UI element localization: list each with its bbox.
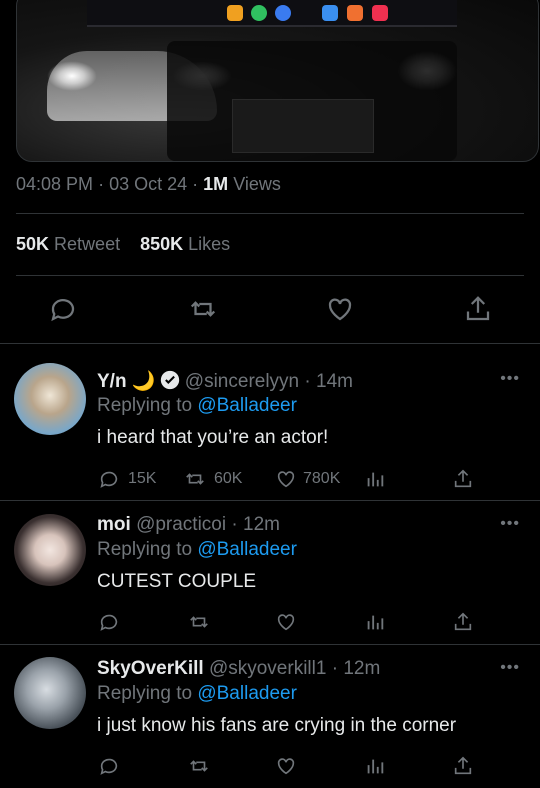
monitor-indicator bbox=[372, 5, 388, 21]
reply-time: 14m bbox=[316, 371, 353, 392]
reply-author-name[interactable]: moi bbox=[97, 514, 131, 535]
retweet-count: 60K bbox=[214, 470, 243, 487]
monitor-indicator bbox=[251, 5, 267, 21]
tweet-media-image[interactable] bbox=[16, 0, 539, 162]
reply-author-handle[interactable]: @practicoi bbox=[136, 514, 226, 535]
separator: · bbox=[304, 371, 311, 392]
retweets-count: 50K bbox=[16, 234, 50, 254]
moon-emoji: 🌙 bbox=[131, 371, 156, 392]
reply-time: 12m bbox=[243, 514, 280, 535]
replying-to-line: Replying to @Balladeer bbox=[97, 683, 297, 705]
avatar[interactable] bbox=[14, 363, 86, 435]
replying-to-line: Replying to @Balladeer bbox=[97, 395, 297, 417]
replying-to-handle[interactable]: @Balladeer bbox=[197, 539, 297, 560]
verified-badge-icon bbox=[160, 370, 179, 390]
share-icon[interactable] bbox=[452, 755, 474, 777]
replying-prefix: Replying to bbox=[97, 395, 193, 416]
views-count: 1M bbox=[203, 174, 229, 194]
retweet-icon[interactable] bbox=[184, 468, 206, 490]
retweets-label: Retweet bbox=[54, 234, 121, 254]
replying-prefix: Replying to bbox=[97, 683, 193, 704]
reply-author-handle[interactable]: @sincerelyyn bbox=[185, 371, 299, 392]
reply-icon[interactable] bbox=[48, 294, 78, 324]
avatar[interactable] bbox=[14, 657, 86, 729]
divider bbox=[16, 275, 524, 276]
reply-icon[interactable] bbox=[98, 755, 120, 777]
like-heart-icon[interactable] bbox=[275, 468, 297, 490]
separator: · bbox=[98, 174, 105, 194]
replying-prefix: Replying to bbox=[97, 539, 193, 560]
replying-to-handle[interactable]: @Balladeer bbox=[197, 683, 297, 704]
divider bbox=[0, 343, 540, 344]
avatar[interactable] bbox=[14, 514, 86, 586]
reply-text: i heard that you’re an actor! bbox=[97, 427, 329, 448]
reply-count: 15K bbox=[128, 470, 157, 487]
reply-author-handle[interactable]: @skyoverkill1 bbox=[209, 658, 326, 679]
retweets-stat[interactable]: 50K Retweet bbox=[16, 234, 120, 254]
camera-monitor-topbar bbox=[87, 0, 457, 27]
monitor-indicator bbox=[227, 5, 243, 21]
monitor-indicator bbox=[322, 5, 338, 21]
reply-time: 12m bbox=[343, 658, 381, 679]
tweet-time: 04:08 PM bbox=[16, 174, 94, 194]
likes-count: 850K bbox=[140, 234, 184, 254]
tweet-date: 03 Oct 24 bbox=[109, 174, 188, 194]
tweet-timestamp-views: 04:08 PM · 03 Oct 24 · 1M Views bbox=[16, 174, 281, 195]
divider bbox=[0, 644, 540, 645]
retweet-icon[interactable] bbox=[188, 611, 210, 633]
separator: · bbox=[331, 658, 339, 679]
reply-text: CUTEST COUPLE bbox=[97, 571, 257, 592]
share-icon[interactable] bbox=[452, 468, 474, 490]
views-label: Views bbox=[233, 174, 281, 194]
analytics-icon[interactable] bbox=[364, 755, 386, 777]
retweet-icon[interactable] bbox=[188, 755, 210, 777]
reply-header: moi @practicoi · 12m bbox=[97, 514, 280, 536]
separator: · bbox=[231, 514, 238, 535]
likes-label: Likes bbox=[188, 234, 231, 254]
reply-icon[interactable] bbox=[98, 468, 120, 490]
likes-stat[interactable]: 850K Likes bbox=[140, 234, 230, 254]
headlight bbox=[47, 61, 97, 91]
analytics-icon[interactable] bbox=[364, 611, 386, 633]
like-heart-icon[interactable] bbox=[275, 611, 297, 633]
replying-to-handle[interactable]: @Balladeer bbox=[197, 395, 297, 416]
separator: · bbox=[192, 174, 199, 194]
more-options-icon[interactable]: ••• bbox=[500, 370, 520, 388]
reply-author-name[interactable]: Y/n bbox=[97, 371, 127, 392]
reply-author-name[interactable]: SkyOverKill bbox=[97, 658, 204, 679]
analytics-icon[interactable] bbox=[364, 468, 386, 490]
monitor-indicator bbox=[347, 5, 363, 21]
divider bbox=[0, 500, 540, 501]
more-options-icon[interactable]: ••• bbox=[500, 659, 520, 677]
more-options-icon[interactable]: ••• bbox=[500, 515, 520, 533]
monitor-indicator bbox=[275, 5, 291, 21]
replying-to-line: Replying to @Balladeer bbox=[97, 539, 297, 561]
reply-icon[interactable] bbox=[98, 611, 120, 633]
share-icon[interactable] bbox=[463, 294, 493, 324]
retweet-icon[interactable] bbox=[188, 294, 218, 324]
like-heart-icon[interactable] bbox=[275, 755, 297, 777]
like-heart-icon[interactable] bbox=[325, 294, 355, 324]
reply-header: SkyOverKill @skyoverkill1 · 12m bbox=[97, 658, 380, 680]
tweet-stats: 50K Retweet 850K Likes bbox=[16, 234, 230, 255]
camera-screen bbox=[232, 99, 374, 153]
divider bbox=[16, 213, 524, 214]
like-count: 780K bbox=[303, 470, 341, 487]
share-icon[interactable] bbox=[452, 611, 474, 633]
reply-header: Y/n 🌙 @sincerelyyn · 14m bbox=[97, 369, 353, 393]
reply-text: i just know his fans are crying in the c… bbox=[97, 715, 457, 736]
